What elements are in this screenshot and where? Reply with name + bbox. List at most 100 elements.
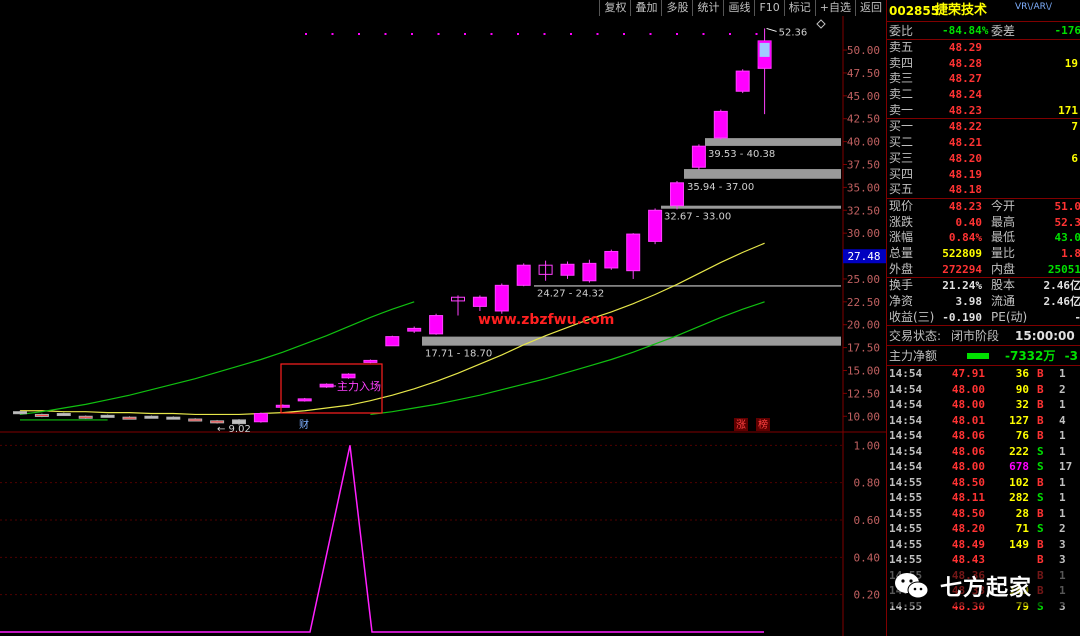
candle-body[interactable] <box>275 404 290 408</box>
tick-volume: 28 <box>1015 506 1029 520</box>
candle-body[interactable] <box>604 250 619 269</box>
tick-count: 1 <box>1059 367 1066 381</box>
tick-time: 14:55 <box>889 506 923 520</box>
ask-level[interactable]: 卖二 48.24 <box>887 87 1080 103</box>
toolbar-btn-5[interactable]: F10 <box>754 0 784 16</box>
signal-dot <box>729 33 731 35</box>
candle-body[interactable] <box>407 327 422 332</box>
event-marker[interactable]: 财 <box>299 418 309 431</box>
toolbar-btn-6[interactable]: 标记 <box>783 0 815 16</box>
quote-value: 52.3 <box>1054 215 1080 229</box>
ask-level[interactable]: 卖三 48.27 <box>887 71 1080 87</box>
tick-volume: 282 <box>1009 491 1029 505</box>
signal-dot <box>411 33 413 35</box>
tick-time: 14:54 <box>889 444 923 458</box>
quote-value: 272294 <box>942 262 982 276</box>
candle-body[interactable] <box>713 110 728 139</box>
ask-label: 卖三 <box>889 71 914 86</box>
ask-price: 48.28 <box>948 56 982 70</box>
event-marker[interactable]: 榜 <box>758 418 768 431</box>
candle-body[interactable] <box>670 182 684 207</box>
ask-level[interactable]: 卖一 48.23 171 <box>887 103 1080 119</box>
quote-value: 43.0 <box>1054 231 1080 245</box>
event-marker[interactable]: 涨 <box>736 419 746 431</box>
zone-label: 17.71 - 18.70 <box>425 349 492 360</box>
stock-name[interactable]: 捷荣技术 <box>935 0 987 22</box>
candle-body[interactable] <box>34 413 49 417</box>
quote-label: 涨跌 <box>889 214 914 229</box>
signal-dot <box>331 33 334 35</box>
candle-body[interactable] <box>363 359 378 363</box>
fund-label: 流通 <box>991 294 1016 308</box>
y-tick-label: 22.50 <box>847 296 880 309</box>
tick-direction: B <box>1037 506 1044 520</box>
candle-body[interactable] <box>582 262 597 282</box>
tick-direction: B <box>1037 382 1044 396</box>
candle-body[interactable] <box>78 415 93 419</box>
candle-body[interactable] <box>144 415 159 419</box>
toolbar-btn-7[interactable]: +自选 <box>814 0 855 16</box>
candle-body[interactable] <box>210 420 225 424</box>
bid-level[interactable]: 买三 48.20 6 <box>887 151 1080 167</box>
candle-body[interactable] <box>122 416 137 420</box>
pressure-zone <box>705 138 841 146</box>
pressure-zone <box>684 169 841 179</box>
candle-body[interactable] <box>253 413 268 423</box>
candle-body[interactable] <box>341 373 356 379</box>
candle-body[interactable] <box>385 336 400 347</box>
tick-direction: S <box>1037 522 1044 536</box>
site-watermark: www.zbzfwu.com <box>478 312 614 328</box>
kline-chart[interactable]: 50.00 47.50 45.00 42.50 40.00 37.50 35.00 32.50… <box>0 0 886 636</box>
tick-count: 2 <box>1059 382 1066 396</box>
ask-level[interactable]: 卖五 48.29 <box>887 40 1080 56</box>
quote-row: 涨幅 0.84% 最低 43.0 <box>887 230 1080 246</box>
candle-body[interactable] <box>691 145 706 168</box>
fundamentals: 换手 21.24% 股本 2.46亿 净资 3.98 流通 2.46亿 收益(三) -0.190 P… <box>887 278 1080 327</box>
bid-level[interactable]: 买二 48.21 <box>887 135 1080 151</box>
toolbar-btn-8[interactable]: 返回 <box>855 0 886 16</box>
diamond-icon[interactable] <box>816 19 826 29</box>
candle-body[interactable] <box>560 263 575 276</box>
ask-price: 48.23 <box>948 103 982 117</box>
candle-body[interactable] <box>13 411 27 415</box>
tick-row: 14:54 48.01 127 B 4 <box>887 413 1080 429</box>
fund-label: 换手 <box>889 278 914 293</box>
candle-body[interactable] <box>472 296 487 307</box>
toolbar-btn-1[interactable]: 叠加 <box>630 0 662 16</box>
status-value: 闭市阶段 <box>951 329 1000 344</box>
candle-body[interactable] <box>648 209 663 242</box>
weibi-label: 委比 <box>889 24 914 38</box>
candle-body[interactable] <box>188 418 203 422</box>
bid-level[interactable]: 买一 48.22 7 <box>887 119 1080 135</box>
ask-level[interactable]: 卖四 48.28 19 <box>887 56 1080 72</box>
tick-count: 3 <box>1059 537 1066 551</box>
candle-body[interactable] <box>297 398 312 402</box>
toolbar-btn-3[interactable]: 统计 <box>692 0 724 16</box>
toolbar-btn-4[interactable]: 画线 <box>723 0 755 16</box>
y-tick-label: 35.00 <box>847 181 880 194</box>
chart-area[interactable]: 50.00 47.50 45.00 42.50 40.00 37.50 35.00 32.50… <box>0 0 886 636</box>
weibi-row: 委比 -84.84% 委差 -176 <box>887 22 1080 40</box>
candle-body[interactable] <box>100 414 115 418</box>
candle-body[interactable] <box>429 315 444 335</box>
bid-level[interactable]: 买五 48.18 <box>887 182 1080 198</box>
toolbar-btn-2[interactable]: 多股 <box>661 0 693 16</box>
candle-body[interactable] <box>494 284 509 312</box>
y-tick-label: 20.00 <box>847 319 880 332</box>
weicha-value: -176 <box>1054 24 1080 37</box>
fund-value: 2.46亿 <box>1043 279 1080 293</box>
candle-body[interactable] <box>166 416 181 420</box>
tick-row: 14:54 48.00 90 B 2 <box>887 382 1080 398</box>
toolbar-btn-0[interactable]: 复权 <box>599 0 631 16</box>
quote-row: 外盘 272294 内盘 25051 <box>887 262 1080 278</box>
tick-price: 48.00 <box>951 398 985 412</box>
tick-time: 14:54 <box>889 367 923 381</box>
status-time: 15:00:00 <box>1015 329 1075 344</box>
candle-body[interactable] <box>516 264 531 286</box>
candle-body[interactable] <box>626 233 641 272</box>
candle-body[interactable] <box>232 419 246 425</box>
bid-level[interactable]: 买四 48.19 <box>887 167 1080 183</box>
candle-body[interactable] <box>735 70 750 92</box>
candle-body[interactable] <box>56 413 71 417</box>
fund-value: - <box>1027 310 1080 326</box>
